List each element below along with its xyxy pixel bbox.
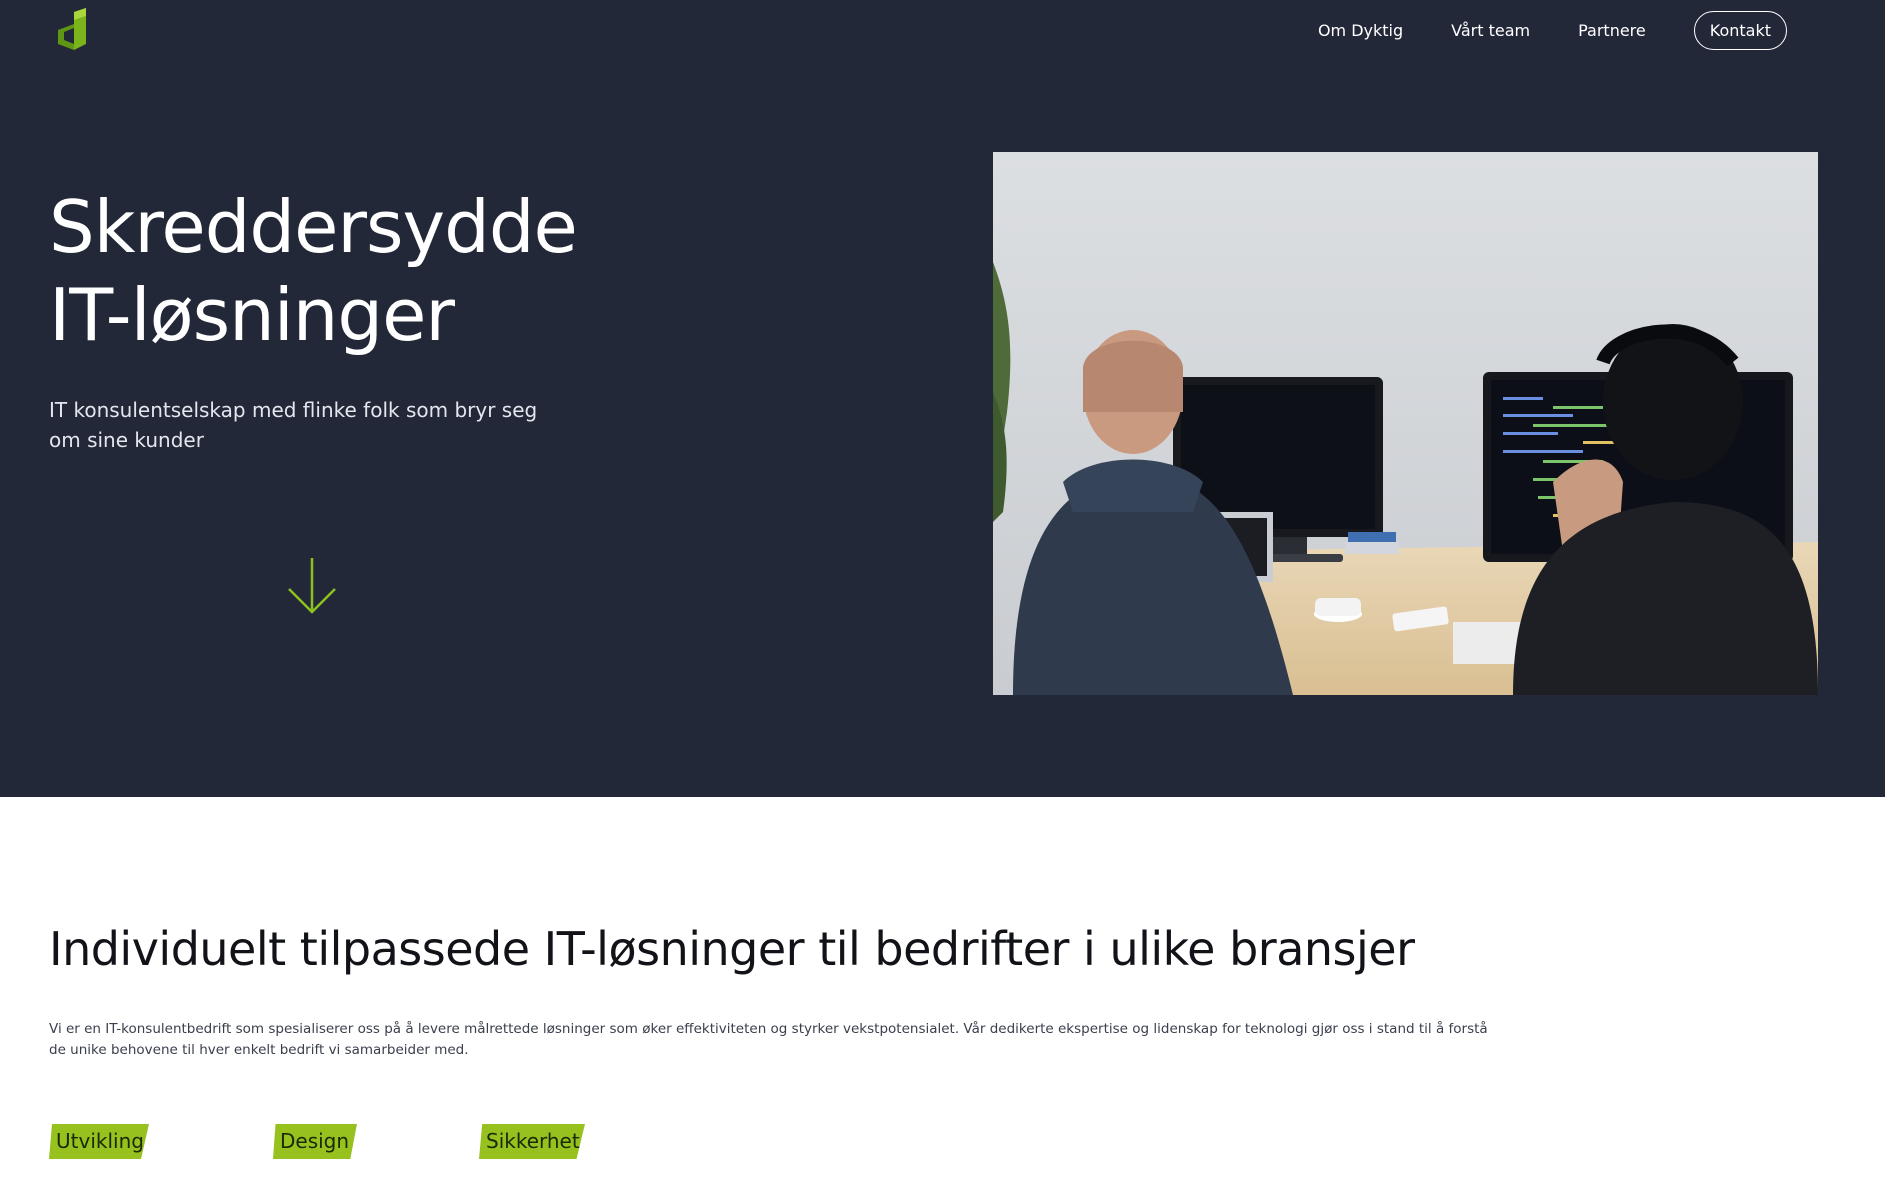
nav-link-vart-team[interactable]: Vårt team <box>1451 21 1530 40</box>
nav-link-partnere[interactable]: Partnere <box>1578 21 1646 40</box>
hero-photo <box>993 152 1818 695</box>
hero-title-line2: IT-løsninger <box>49 273 455 357</box>
intro-section: Individuelt tilpassede IT-løsninger til … <box>0 797 1885 1193</box>
tag-sikkerhet[interactable]: Sikkerhet <box>479 1124 585 1159</box>
hero-title-line1: Skreddersydde <box>49 185 578 269</box>
contact-button[interactable]: Kontakt <box>1693 11 1787 50</box>
hero-section: Om Dyktig Vårt team Partnere Kontakt Skr… <box>0 0 1885 797</box>
section-body: Vi er en IT-konsulentbedrift som spesial… <box>49 1021 1488 1058</box>
tag-utvikling[interactable]: Utvikling <box>49 1124 149 1159</box>
tag-design[interactable]: Design <box>273 1124 357 1159</box>
section-title: Individuelt tilpassede IT-løsninger til … <box>49 922 1415 976</box>
hero-subtitle: IT konsulentselskap med flinke folk som … <box>49 398 538 452</box>
main-nav: Om Dyktig Vårt team Partnere Kontakt <box>1270 11 1787 50</box>
arrow-down-icon[interactable] <box>288 556 336 616</box>
nav-link-om-dyktig[interactable]: Om Dyktig <box>1318 21 1403 40</box>
dyktig-logo-icon[interactable] <box>56 8 92 52</box>
hero-title: Skreddersydde IT-løsninger <box>49 183 749 359</box>
